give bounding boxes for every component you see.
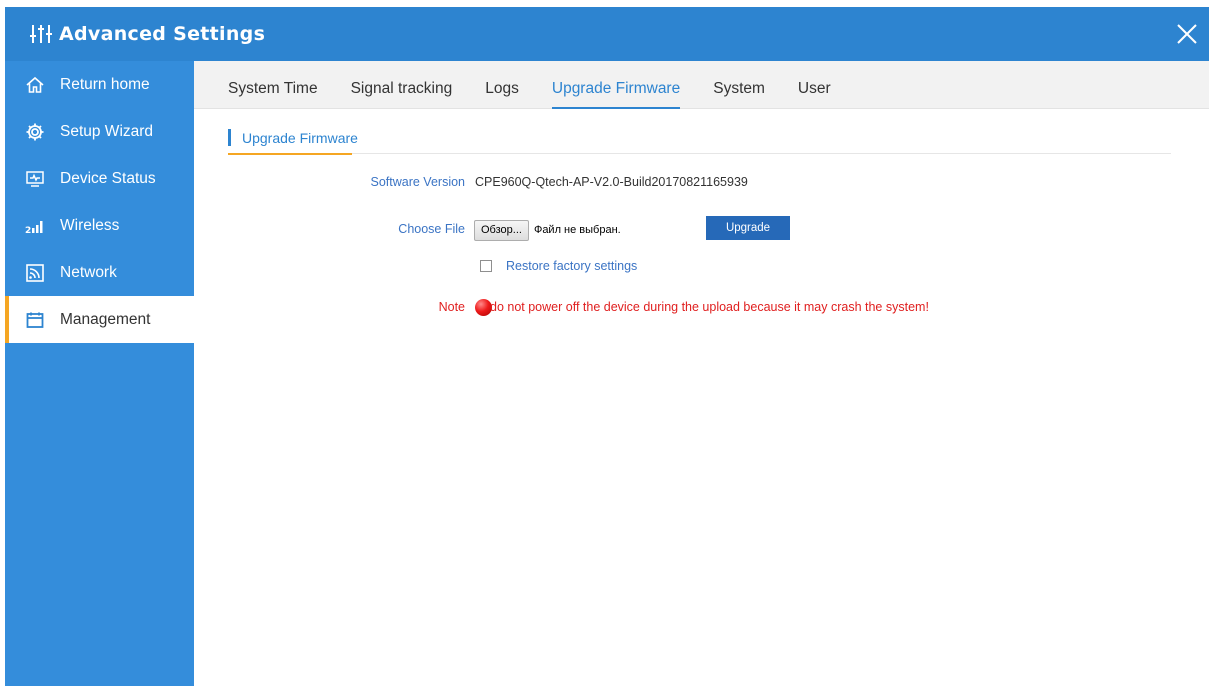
settings-sliders-icon — [30, 25, 52, 43]
app-title: Advanced Settings — [59, 23, 266, 45]
title-bar: Advanced Settings — [5, 7, 1209, 61]
sidebar-item-wireless[interactable]: 2 Wireless — [5, 202, 194, 249]
sidebar-item-return-home[interactable]: Return home — [5, 61, 194, 108]
file-status-text: Файл не выбран. — [533, 224, 621, 236]
svg-text:2: 2 — [25, 226, 31, 236]
upgrade-button[interactable]: Upgrade — [706, 216, 790, 240]
tab-system-time[interactable]: System Time — [228, 61, 318, 109]
monitor-icon — [25, 169, 45, 189]
sidebar-item-setup-wizard[interactable]: Setup Wizard — [5, 108, 194, 155]
section-marker — [228, 129, 231, 146]
sidebar: Return home Setup Wizard Device Status 2… — [5, 61, 194, 686]
sidebar-item-label: Wireless — [60, 216, 120, 234]
network-icon — [25, 263, 45, 283]
section-title: Upgrade Firmware — [242, 130, 358, 146]
sidebar-item-label: Network — [60, 263, 117, 281]
file-input[interactable]: Обзор... Файл не выбран. — [474, 219, 691, 241]
restore-factory-checkbox[interactable] — [480, 260, 492, 272]
home-icon — [25, 75, 45, 95]
main-panel: System Time Signal tracking Logs Upgrade… — [194, 61, 1209, 686]
tab-system[interactable]: System — [713, 61, 765, 109]
sidebar-item-label: Management — [60, 310, 151, 328]
sidebar-item-label: Setup Wizard — [60, 122, 154, 140]
close-icon[interactable] — [1173, 20, 1201, 48]
tab-user[interactable]: User — [798, 61, 831, 109]
signal-icon: 2 — [25, 216, 45, 236]
software-version-value: CPE960Q-Qtech-AP-V2.0-Build2017082116593… — [475, 175, 748, 189]
tab-upgrade-firmware[interactable]: Upgrade Firmware — [551, 61, 681, 109]
tab-bar: System Time Signal tracking Logs Upgrade… — [194, 61, 1209, 109]
note-text: do not power off the device during the u… — [490, 300, 929, 314]
choose-file-label: Choose File — [398, 222, 465, 236]
sidebar-item-management[interactable]: Management — [5, 296, 194, 343]
gear-icon — [25, 122, 45, 142]
restore-factory-label[interactable]: Restore factory settings — [506, 259, 637, 273]
software-version-label: Software Version — [370, 175, 466, 189]
browse-button[interactable]: Обзор... — [474, 219, 529, 241]
tab-signal-tracking[interactable]: Signal tracking — [351, 61, 453, 109]
sidebar-item-device-status[interactable]: Device Status — [5, 155, 194, 202]
clipboard-icon — [25, 310, 45, 330]
section-underline — [228, 153, 352, 155]
section-header: Upgrade Firmware — [228, 128, 1171, 155]
tab-logs[interactable]: Logs — [485, 61, 519, 109]
sidebar-item-network[interactable]: Network — [5, 249, 194, 296]
sidebar-item-label: Return home — [60, 75, 150, 93]
note-label: Note — [438, 300, 465, 314]
sidebar-item-label: Device Status — [60, 169, 156, 187]
